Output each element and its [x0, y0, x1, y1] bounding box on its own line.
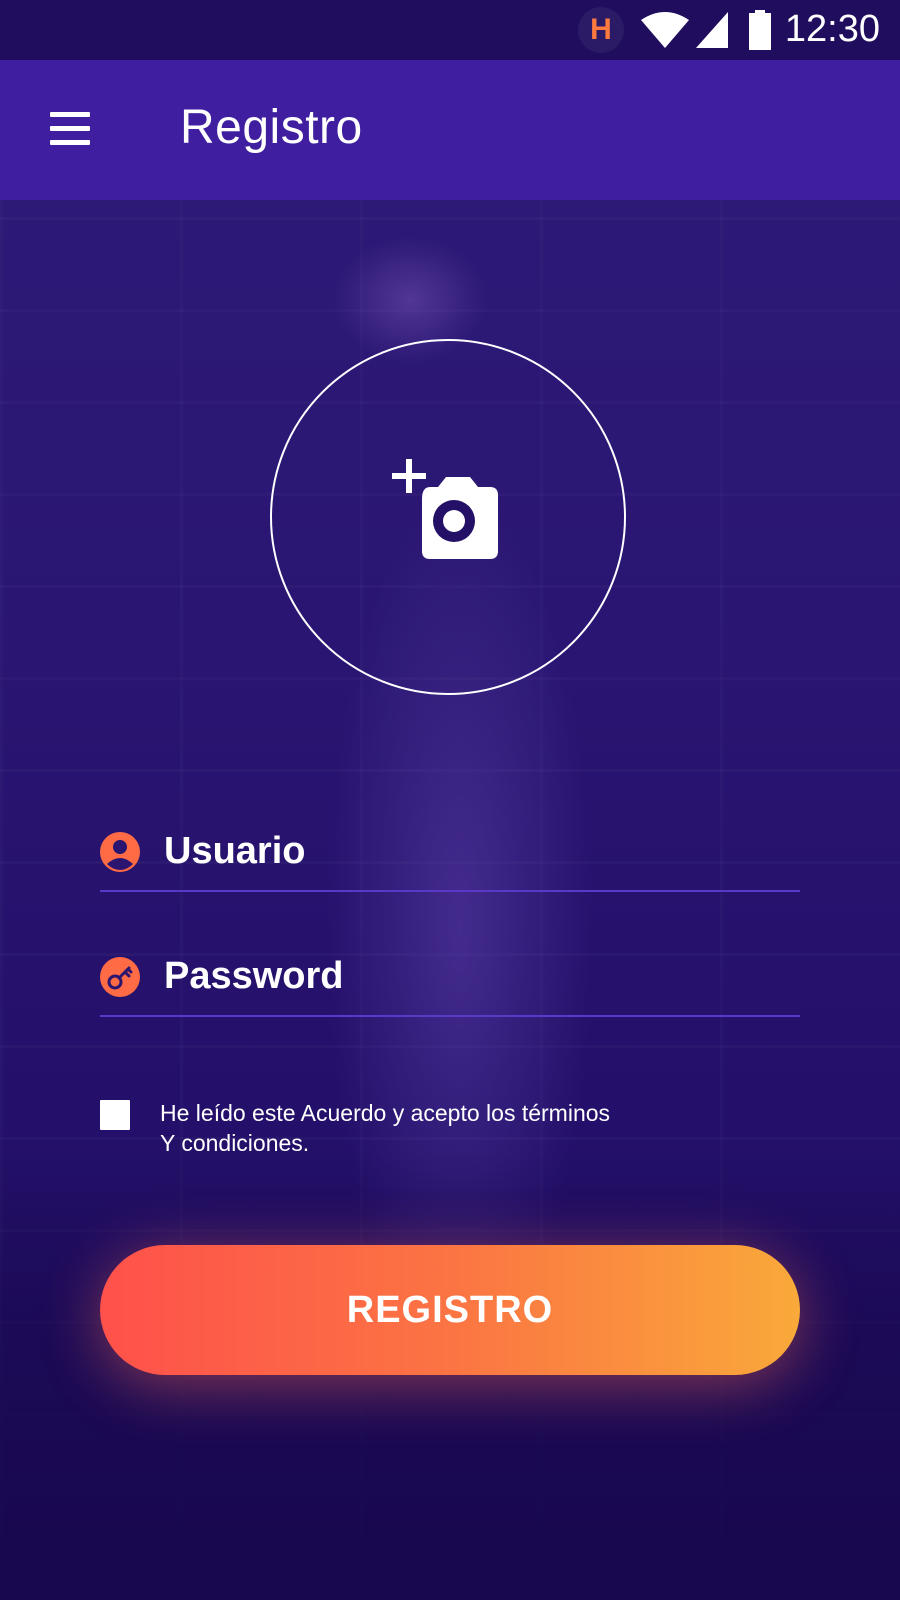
user-icon [100, 832, 140, 872]
menu-button[interactable] [44, 102, 96, 154]
username-input[interactable] [164, 824, 784, 878]
dumbbell-app-icon: H [578, 7, 624, 53]
register-screen: H 12:30 Registro Usuario He leído este A… [0, 0, 900, 1600]
status-bar: H 12:30 [0, 0, 900, 60]
username-underline [100, 890, 800, 892]
page-title: Registro [180, 101, 363, 154]
wifi-icon [641, 12, 689, 48]
username-field [100, 812, 800, 892]
terms-label-line-2: Y condiciones. [160, 1130, 310, 1156]
terms-checkbox[interactable] [100, 1100, 130, 1130]
password-underline [100, 1015, 800, 1017]
avatar-picker[interactable] [270, 339, 626, 695]
password-input[interactable] [164, 949, 784, 1003]
register-button[interactable]: REGISTRO [100, 1245, 800, 1375]
background-fade [0, 1150, 900, 1600]
app-bar: Registro [0, 60, 900, 200]
password-field [100, 937, 800, 1017]
signal-icon [696, 12, 728, 48]
battery-icon [749, 10, 771, 50]
terms-label-line-1: He leído este Acuerdo y acepto los térmi… [160, 1100, 611, 1126]
key-icon [100, 957, 140, 997]
terms-label[interactable]: He leído este Acuerdo y acepto los térmi… [160, 1098, 720, 1158]
add-photo-icon [392, 459, 498, 559]
status-time: 12:30 [784, 8, 880, 50]
dumbbell-app-icon-glyph: H [590, 13, 612, 46]
